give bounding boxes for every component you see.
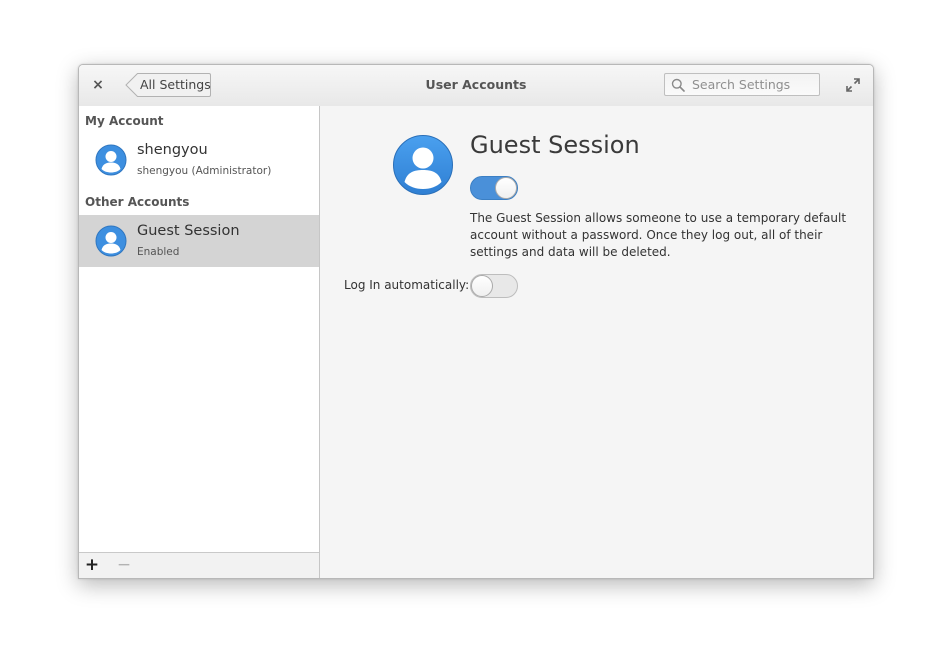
autologin-toggle[interactable] <box>470 274 518 298</box>
settings-window: × All Settings User Accounts My Account <box>78 64 874 579</box>
autologin-label: Log In automatically: <box>344 278 470 292</box>
maximize-icon[interactable] <box>845 77 861 93</box>
account-row-shengyou[interactable]: shengyou shengyou (Administrator) <box>79 134 319 186</box>
account-detail-panel: Guest Session The Guest Session allows s… <box>320 106 873 578</box>
sidebar-toolbar: + − <box>79 552 319 578</box>
account-name: Guest Session <box>137 223 240 239</box>
page-title: Guest Session <box>470 131 640 159</box>
search-box[interactable] <box>664 73 820 96</box>
user-avatar-icon[interactable] <box>392 134 454 196</box>
user-avatar-icon <box>95 144 127 176</box>
sidebar: My Account shengyou shengyou (Administra… <box>79 106 320 578</box>
guest-session-toggle[interactable] <box>470 176 518 200</box>
toggle-knob <box>471 275 493 297</box>
account-name: shengyou <box>137 142 208 158</box>
account-status: Enabled <box>137 246 180 258</box>
remove-icon[interactable]: − <box>113 554 135 576</box>
my-account-header: My Account <box>85 114 164 128</box>
guest-session-description: The Guest Session allows someone to use … <box>470 211 847 259</box>
search-input[interactable] <box>692 74 816 95</box>
add-icon[interactable]: + <box>81 554 103 576</box>
search-icon <box>671 78 685 92</box>
user-avatar-icon <box>95 225 127 257</box>
account-row-guest-session[interactable]: Guest Session Enabled <box>79 215 319 267</box>
titlebar: × All Settings User Accounts <box>79 65 873 107</box>
account-subtitle: shengyou (Administrator) <box>137 165 272 177</box>
other-accounts-header: Other Accounts <box>85 195 190 209</box>
toggle-knob <box>495 177 517 199</box>
